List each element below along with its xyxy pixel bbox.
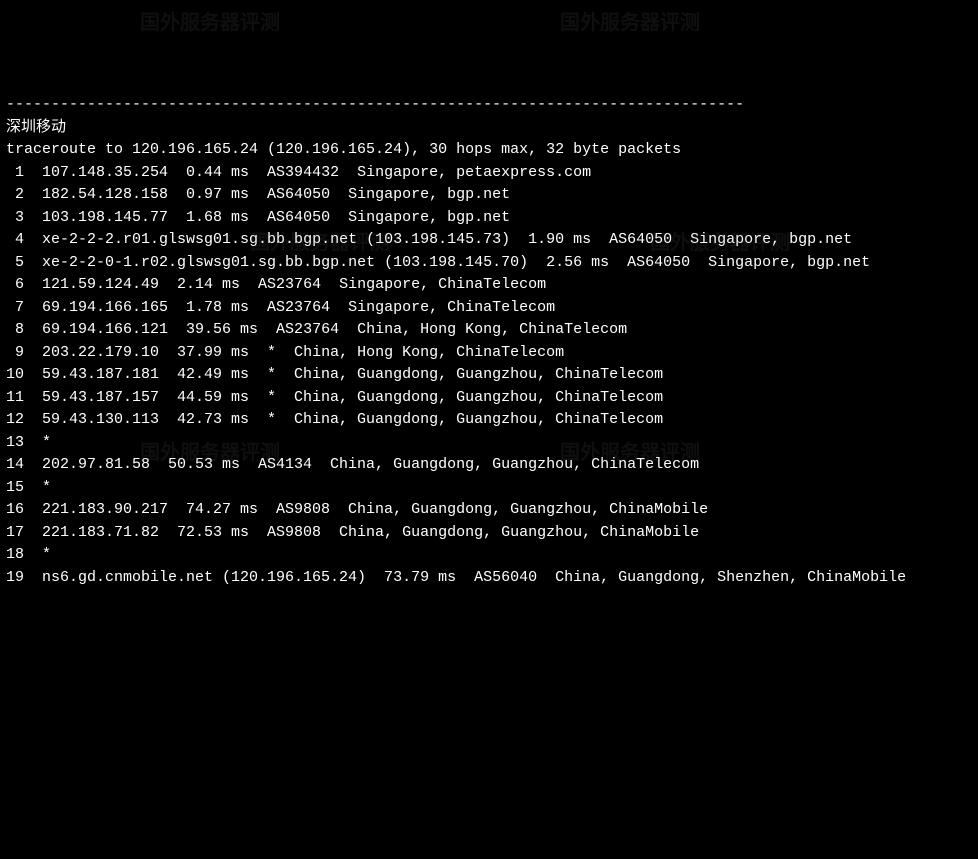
hop-line: 15 * — [6, 477, 972, 500]
hop-line: 10 59.43.187.181 42.49 ms * China, Guang… — [6, 364, 972, 387]
hop-line: 11 59.43.187.157 44.59 ms * China, Guang… — [6, 387, 972, 410]
separator-line: ----------------------------------------… — [6, 94, 972, 117]
hop-line: 3 103.198.145.77 1.68 ms AS64050 Singapo… — [6, 207, 972, 230]
traceroute-header: traceroute to 120.196.165.24 (120.196.16… — [6, 139, 972, 162]
hop-line: 14 202.97.81.58 50.53 ms AS4134 China, G… — [6, 454, 972, 477]
title-chinese: 深圳移动 — [6, 117, 972, 140]
hop-line: 4 xe-2-2-2.r01.glswsg01.sg.bb.bgp.net (1… — [6, 229, 972, 252]
hop-line: 13 * — [6, 432, 972, 455]
hop-line: 5 xe-2-2-0-1.r02.glswsg01.sg.bb.bgp.net … — [6, 252, 972, 275]
hop-line: 12 59.43.130.113 42.73 ms * China, Guang… — [6, 409, 972, 432]
hop-line: 16 221.183.90.217 74.27 ms AS9808 China,… — [6, 499, 972, 522]
hop-line: 18 * — [6, 544, 972, 567]
watermark-icon: 国外服务器评测 — [140, 10, 280, 40]
hop-line: 9 203.22.179.10 37.99 ms * China, Hong K… — [6, 342, 972, 365]
hop-line: 6 121.59.124.49 2.14 ms AS23764 Singapor… — [6, 274, 972, 297]
hop-line: 17 221.183.71.82 72.53 ms AS9808 China, … — [6, 522, 972, 545]
hop-line: 19 ns6.gd.cnmobile.net (120.196.165.24) … — [6, 567, 972, 590]
watermark-icon: 国外服务器评测 — [560, 10, 700, 40]
hop-line: 2 182.54.128.158 0.97 ms AS64050 Singapo… — [6, 184, 972, 207]
hop-line: 1 107.148.35.254 0.44 ms AS394432 Singap… — [6, 162, 972, 185]
hop-line: 8 69.194.166.121 39.56 ms AS23764 China,… — [6, 319, 972, 342]
hop-line: 7 69.194.166.165 1.78 ms AS23764 Singapo… — [6, 297, 972, 320]
